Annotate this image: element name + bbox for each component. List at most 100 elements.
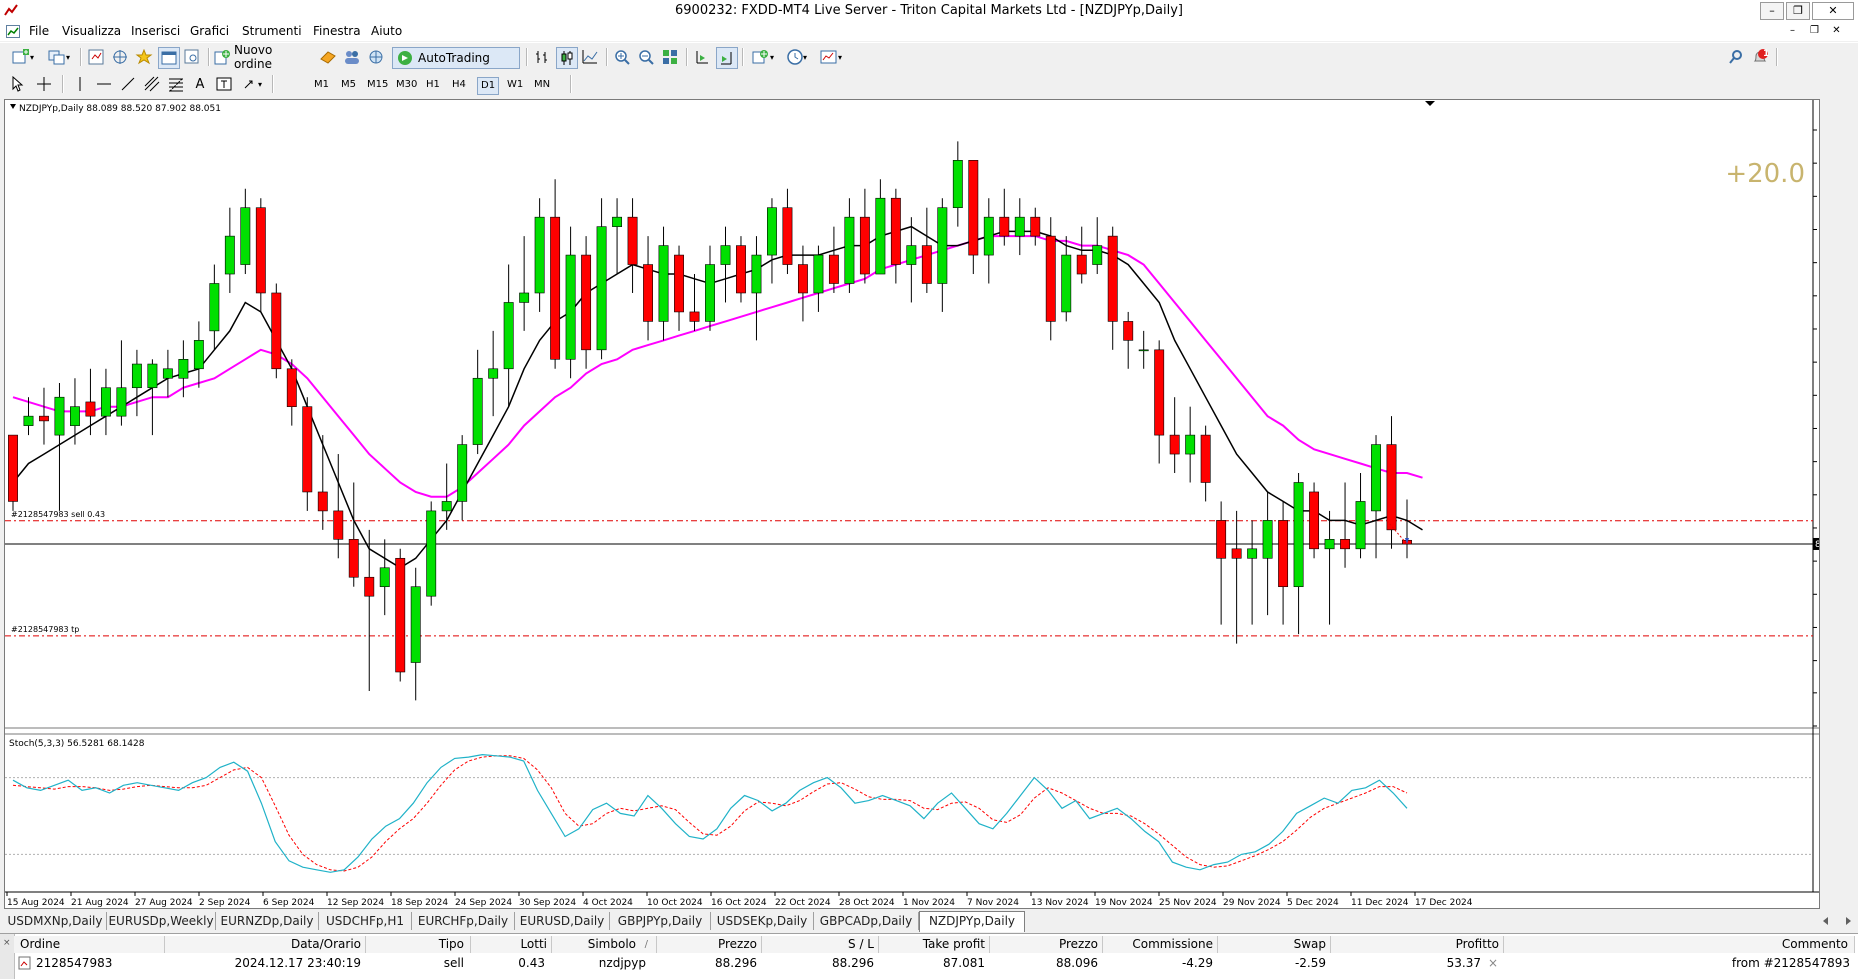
autoscroll-button[interactable] — [716, 47, 738, 69]
chart-window[interactable]: 92.42092.07091.72091.37091.02090.67090.3… — [4, 99, 1820, 909]
timeframe-m30-button[interactable]: M30 — [393, 77, 420, 93]
text-label-icon — [216, 77, 232, 91]
tab-usdmxnp-daily[interactable]: USDMXNp,Daily — [4, 912, 107, 930]
timeframe-m5-button[interactable]: M5 — [338, 77, 359, 93]
crosshair-tool-button[interactable] — [34, 74, 54, 94]
trendline-button[interactable] — [118, 74, 138, 94]
timeframe-d1-button[interactable]: D1 — [477, 77, 500, 95]
vertical-line-button[interactable] — [70, 74, 90, 94]
metaeditor-button[interactable] — [318, 47, 338, 67]
tab-gbpcadp-daily[interactable]: GBPCADp,Daily — [814, 912, 919, 930]
text-tool-button[interactable]: A — [190, 74, 210, 94]
timeframe-m15-button[interactable]: M15 — [364, 77, 391, 93]
timeframe-mn-button[interactable]: MN — [531, 77, 553, 93]
candlestick-chart-button[interactable] — [556, 47, 578, 69]
col-header-swap[interactable]: Swap — [1218, 936, 1331, 953]
zoom-in-button[interactable] — [612, 47, 632, 67]
col-header-sl[interactable]: S / L — [762, 936, 879, 953]
search-button[interactable] — [1726, 47, 1746, 67]
chart-shift-button[interactable] — [692, 47, 712, 67]
zoom-out-button[interactable] — [636, 47, 656, 67]
minimize-button[interactable]: – — [1760, 2, 1784, 20]
child-close-button[interactable]: ✕ — [1828, 23, 1845, 39]
timeframe-m1-button[interactable]: M1 — [311, 77, 332, 93]
moving-average-slow — [12, 235, 1423, 498]
order-take-profit[interactable]: 87.081 — [879, 955, 985, 971]
col-header-size[interactable]: Lotti — [471, 936, 552, 953]
col-header-order[interactable]: Ordine — [14, 936, 165, 953]
col-header-profit[interactable]: Profitto — [1331, 936, 1504, 953]
profiles-button[interactable]: ▾ — [44, 47, 74, 67]
col-header-tp[interactable]: Take profit — [879, 936, 990, 953]
timeframe-h4-button[interactable]: H4 — [449, 77, 469, 93]
notifications-button[interactable]: 1 — [1750, 47, 1770, 67]
periods-button[interactable]: ▾ — [782, 47, 812, 67]
chart-shift-marker-icon[interactable] — [1425, 101, 1435, 106]
menu-tools[interactable]: Strumenti — [242, 23, 302, 39]
order-stop-loss[interactable]: 88.296 — [762, 955, 874, 971]
child-minimize-button[interactable]: – — [1784, 23, 1801, 39]
col-header-type[interactable]: Tipo — [366, 936, 471, 953]
terminal-button[interactable] — [158, 47, 180, 69]
menu-help[interactable]: Aiuto — [371, 23, 402, 39]
tile-windows-button[interactable] — [660, 47, 680, 67]
tab-eurusdp-weekly[interactable]: EURUSDp,Weekly — [107, 912, 216, 930]
candle-bear — [1076, 254, 1087, 275]
autotrading-label: AutoTrading — [418, 51, 490, 65]
menu-charts[interactable]: Grafici — [190, 23, 229, 39]
tab-eurchfp-daily[interactable]: EURCHFp,Daily — [412, 912, 515, 930]
menu-view[interactable]: Visualizza — [62, 23, 121, 39]
col-header-commission[interactable]: Commissione — [1103, 936, 1218, 953]
tab-usdsekp-daily[interactable]: USDSEKp,Daily — [711, 912, 814, 930]
signals-button[interactable] — [342, 47, 362, 67]
indicators-button[interactable]: ▾ — [748, 47, 778, 67]
crosshair-icon — [37, 77, 51, 91]
tab-eurusd-daily[interactable]: EURUSD,Daily — [515, 912, 610, 930]
new-order-button[interactable]: Nuovo ordine — [214, 43, 314, 71]
templates-button[interactable]: ▾ — [816, 47, 846, 67]
strategy-tester-button[interactable] — [182, 47, 202, 67]
close-icon[interactable]: × — [3, 938, 11, 948]
col-header-time[interactable]: Data/Orario — [165, 936, 366, 953]
tab-eurnzdp-daily[interactable]: EURNZDp,Daily — [216, 912, 319, 930]
terminal-side-handle[interactable]: × — [0, 934, 15, 979]
crosshair-data-icon — [113, 50, 127, 64]
menu-window[interactable]: Finestra — [313, 23, 361, 39]
line-chart-button[interactable] — [580, 47, 600, 67]
candle-bull — [1293, 482, 1304, 588]
bar-chart-button[interactable] — [532, 47, 552, 67]
order-comment: from #2128547893 — [1731, 956, 1850, 970]
symbol-dropdown-icon[interactable] — [10, 104, 16, 109]
tab-usdchfp-h1[interactable]: USDCHFp,H1 — [319, 912, 412, 930]
market-watch-button[interactable] — [86, 47, 106, 67]
menu-insert[interactable]: Inserisci — [131, 23, 180, 39]
equidistant-channel-button[interactable] — [142, 74, 162, 94]
close-button[interactable]: ✕ — [1812, 2, 1854, 20]
child-restore-button[interactable]: ❐ — [1806, 23, 1823, 39]
restore-button[interactable]: ❐ — [1786, 2, 1810, 20]
timeframe-w1-button[interactable]: W1 — [504, 77, 526, 93]
timeframe-h1-button[interactable]: H1 — [423, 77, 443, 93]
cursor-tool-button[interactable] — [8, 74, 28, 94]
col-header-symbol[interactable]: Simbolo / — [552, 936, 657, 953]
autotrading-button[interactable]: AutoTrading — [392, 47, 520, 69]
close-order-icon[interactable]: × — [1486, 955, 1500, 971]
tab-scroll-arrows[interactable] — [1822, 916, 1852, 926]
chart-canvas[interactable]: 92.42092.07091.72091.37091.02090.67090.3… — [5, 100, 1819, 908]
fibonacci-button[interactable] — [166, 74, 186, 94]
chart-window-icon[interactable] — [6, 25, 20, 38]
menu-file[interactable]: File — [29, 23, 49, 39]
col-header-current-price[interactable]: Prezzo — [990, 936, 1103, 953]
col-header-comment[interactable]: Commento — [1504, 936, 1855, 953]
navigator-button[interactable] — [134, 47, 154, 67]
new-chart-button[interactable]: ▾ — [8, 47, 38, 67]
market-watch-icon — [88, 49, 104, 65]
text-label-button[interactable] — [214, 74, 234, 94]
tab-gbpjpyp-daily[interactable]: GBPJPYp,Daily — [610, 912, 711, 930]
col-header-price[interactable]: Prezzo — [657, 936, 762, 953]
arrows-button[interactable]: ▾ — [238, 74, 266, 94]
tab-nzdjpyp-daily[interactable]: NZDJPYp,Daily — [919, 911, 1025, 932]
data-window-button[interactable] — [110, 47, 130, 67]
horizontal-line-button[interactable] — [94, 74, 114, 94]
market-button[interactable] — [366, 47, 386, 67]
